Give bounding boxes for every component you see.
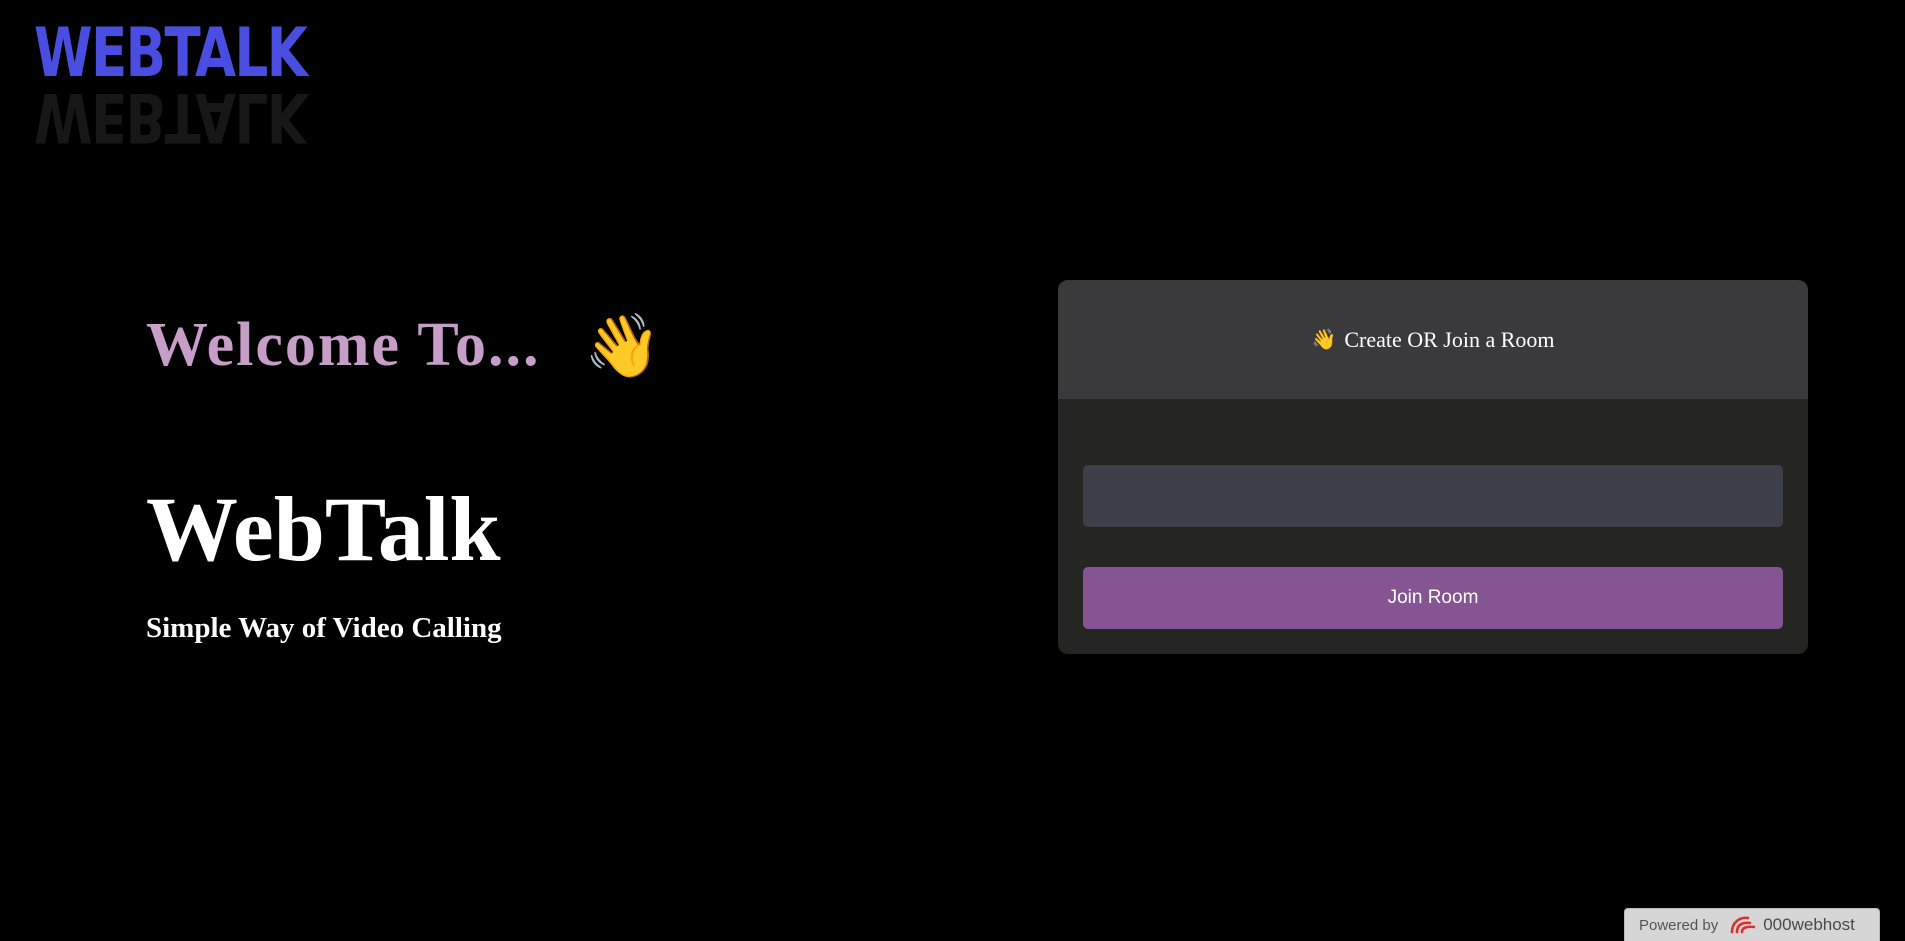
room-card-header: 👋 Create OR Join a Room (1058, 280, 1808, 399)
brand-title: WebTalk (146, 478, 501, 580)
logo-reflection: WEBTALK (34, 77, 307, 156)
room-card: 👋 Create OR Join a Room Join Room (1058, 280, 1808, 654)
tagline: Simple Way of Video Calling (146, 612, 502, 644)
000webhost-logo-icon (1730, 916, 1756, 934)
waving-hand-icon: 👋 (1311, 329, 1337, 351)
welcome-heading: Welcome To... 👋 (146, 310, 663, 383)
welcome-text: Welcome To... (146, 311, 541, 379)
host-name: 000webhost (1763, 915, 1855, 934)
waving-hand-icon: 👋 (584, 313, 664, 381)
site-logo[interactable]: WEBTALK WEBTALK (34, 20, 308, 157)
room-card-title: Create OR Join a Room (1344, 326, 1555, 352)
powered-by-label: Powered by (1639, 916, 1719, 934)
page: WEBTALK WEBTALK Welcome To... 👋 WebTalk … (0, 0, 1905, 941)
join-room-button[interactable]: Join Room (1083, 567, 1783, 629)
room-name-input[interactable] (1083, 465, 1783, 527)
powered-by-badge[interactable]: Powered by 000webhost (1624, 908, 1880, 941)
